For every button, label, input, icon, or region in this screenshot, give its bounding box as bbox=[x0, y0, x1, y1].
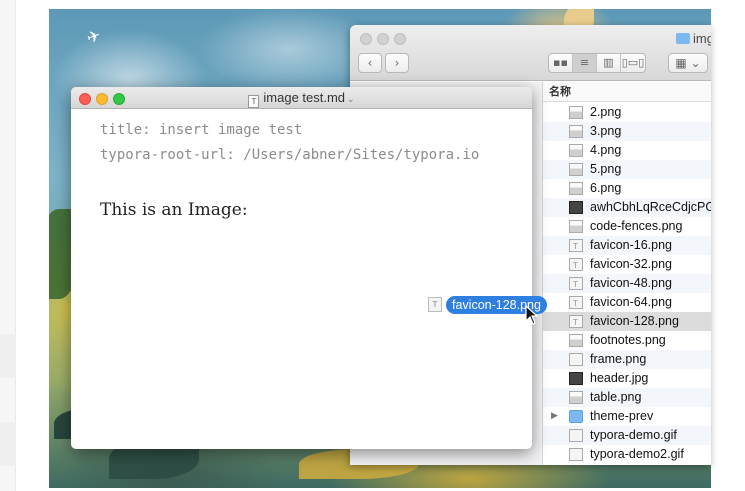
forward-button[interactable]: › bbox=[385, 53, 409, 73]
arrange-grid-icon: ▦ ⌄ bbox=[675, 56, 701, 70]
file-icon bbox=[569, 163, 583, 176]
paragraph[interactable]: This is an Image: bbox=[100, 200, 248, 220]
cover-flow-view-button[interactable]: ▯▭▯ bbox=[621, 54, 645, 72]
file-icon bbox=[569, 182, 583, 195]
file-row[interactable]: ▶ theme-prev bbox=[543, 407, 711, 426]
list-icon: ≡ bbox=[579, 56, 590, 69]
disclosure-triangle-icon[interactable]: ▶ bbox=[551, 407, 558, 426]
file-name: typora-demo2.gif bbox=[590, 447, 684, 461]
typora-titlebar[interactable]: Timage test.md ⌄ bbox=[71, 87, 532, 109]
back-button[interactable]: ‹ bbox=[358, 53, 382, 73]
file-name: footnotes.png bbox=[590, 333, 666, 347]
file-row[interactable]: 6.png bbox=[543, 179, 711, 198]
file-name: favicon-32.png bbox=[590, 257, 673, 271]
page-left-margin bbox=[0, 0, 16, 491]
file-row[interactable]: 5.png bbox=[543, 160, 711, 179]
folder-icon bbox=[676, 33, 690, 44]
chevron-right-icon: › bbox=[394, 56, 400, 70]
file-row[interactable]: typora-demo2.gif bbox=[543, 445, 711, 464]
list-view-button[interactable]: ≡ bbox=[573, 54, 597, 72]
file-icon bbox=[569, 334, 583, 347]
file-name: table.png bbox=[590, 390, 642, 404]
arrange-button[interactable]: ▦ ⌄ bbox=[668, 53, 708, 73]
file-name: 4.png bbox=[590, 143, 622, 157]
close-button[interactable] bbox=[360, 33, 372, 45]
file-name: code-fences.png bbox=[590, 219, 683, 233]
file-name: theme-prev bbox=[590, 409, 654, 423]
file-icon: T bbox=[428, 297, 442, 312]
bird-decoration: ✈ bbox=[84, 25, 104, 48]
file-name: 3.png bbox=[590, 124, 622, 138]
file-icon bbox=[569, 294, 583, 312]
file-icon bbox=[569, 391, 583, 404]
chevron-down-icon[interactable]: ⌄ bbox=[347, 95, 355, 105]
file-row[interactable]: header.jpg bbox=[543, 369, 711, 388]
file-name: 5.png bbox=[590, 162, 622, 176]
file-icon bbox=[569, 275, 583, 293]
file-row[interactable]: typora-demo.gif bbox=[543, 426, 711, 445]
finder-title: img bbox=[676, 31, 711, 46]
document-title-text: image test.md bbox=[263, 90, 346, 105]
minimize-button[interactable] bbox=[377, 33, 389, 45]
file-row[interactable]: awhCbhLqRceCdjcPG bbox=[543, 198, 711, 217]
file-row[interactable]: footnotes.png bbox=[543, 331, 711, 350]
chevron-left-icon: ‹ bbox=[367, 56, 373, 70]
name-column-header[interactable]: 名称 bbox=[543, 82, 711, 102]
typora-window: Timage test.md ⌄ title: insert image test… bbox=[71, 87, 532, 449]
file-row[interactable]: table.png bbox=[543, 388, 711, 407]
cover-flow-icon: ▯▭▯ bbox=[621, 56, 645, 69]
file-row[interactable]: code-fences.png bbox=[543, 217, 711, 236]
yaml-front-matter[interactable]: title: insert image test typora-root-url… bbox=[100, 118, 479, 168]
file-name: favicon-64.png bbox=[590, 295, 673, 309]
file-icon bbox=[569, 448, 583, 461]
file-row[interactable]: frame.png bbox=[543, 350, 711, 369]
finder-titlebar[interactable]: img ‹ › ▪▪ ≡ ▥ ▯▭▯ ▦ ⌄ bbox=[350, 25, 711, 81]
file-list: 2.png 3.png 4.png 5.png 6.png awhCbhLqRceCdjc… bbox=[543, 103, 711, 464]
document-icon: T bbox=[248, 95, 260, 108]
page-left-section bbox=[0, 422, 16, 466]
file-icon bbox=[569, 313, 583, 331]
file-row[interactable]: 4.png bbox=[543, 141, 711, 160]
file-row[interactable]: favicon-16.png bbox=[543, 236, 711, 255]
file-name: frame.png bbox=[590, 352, 647, 366]
finder-window-controls bbox=[360, 32, 411, 50]
front-matter-root-url-line[interactable]: typora-root-url: /Users/abner/Sites/typo… bbox=[100, 143, 479, 168]
file-icon bbox=[569, 237, 583, 255]
file-icon bbox=[569, 429, 583, 442]
file-name: favicon-48.png bbox=[590, 276, 673, 290]
page-left-section bbox=[0, 334, 16, 378]
file-row[interactable]: 3.png bbox=[543, 122, 711, 141]
file-icon bbox=[569, 125, 583, 138]
columns-icon: ▥ bbox=[603, 56, 614, 69]
file-row[interactable]: favicon-48.png bbox=[543, 274, 711, 293]
grid-icon: ▪▪ bbox=[553, 56, 568, 69]
mouse-pointer-icon bbox=[525, 305, 539, 325]
file-name: 2.png bbox=[590, 105, 622, 119]
file-icon bbox=[569, 256, 583, 274]
file-icon bbox=[569, 220, 583, 233]
icon-view-button[interactable]: ▪▪ bbox=[549, 54, 573, 72]
folder-icon bbox=[569, 410, 583, 423]
view-mode-segmented-control: ▪▪ ≡ ▥ ▯▭▯ bbox=[548, 53, 646, 73]
zoom-button[interactable] bbox=[394, 33, 406, 45]
file-icon bbox=[569, 372, 583, 385]
file-name: typora-demo.gif bbox=[590, 428, 677, 442]
file-name: header.jpg bbox=[590, 371, 649, 385]
file-row[interactable]: 2.png bbox=[543, 103, 711, 122]
file-icon bbox=[569, 201, 583, 214]
file-name: favicon-128.png bbox=[590, 314, 679, 328]
file-name: 6.png bbox=[590, 181, 622, 195]
front-matter-title-line[interactable]: title: insert image test bbox=[100, 118, 479, 143]
document-title[interactable]: Timage test.md ⌄ bbox=[71, 90, 532, 108]
file-icon bbox=[569, 144, 583, 157]
file-row[interactable]: favicon-32.png bbox=[543, 255, 711, 274]
file-name: favicon-16.png bbox=[590, 238, 673, 252]
file-row[interactable]: favicon-64.png bbox=[543, 293, 711, 312]
file-icon bbox=[569, 106, 583, 119]
file-row[interactable]: favicon-128.png bbox=[543, 312, 711, 331]
file-icon bbox=[569, 353, 583, 366]
finder-title-text: img bbox=[693, 31, 711, 46]
file-name: awhCbhLqRceCdjcPG bbox=[590, 200, 711, 214]
column-view-button[interactable]: ▥ bbox=[597, 54, 621, 72]
